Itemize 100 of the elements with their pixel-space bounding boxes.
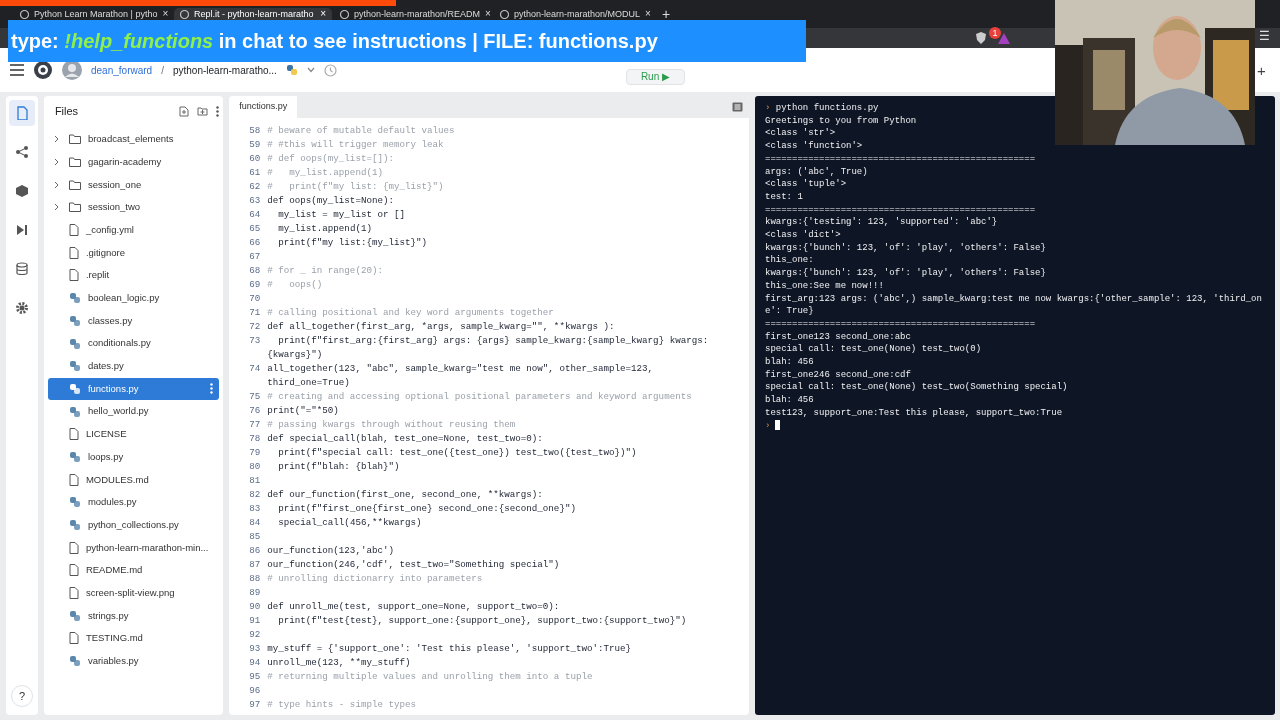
spiral-logo-icon[interactable] xyxy=(33,60,53,80)
file-item[interactable]: session_two xyxy=(47,196,220,219)
folder-icon xyxy=(68,179,81,190)
line-number: 67 xyxy=(248,250,262,264)
python-icon xyxy=(68,655,81,668)
file-item[interactable]: functions.py xyxy=(47,377,220,401)
triangle-icon[interactable] xyxy=(998,32,1010,44)
file-item[interactable]: loops.py xyxy=(47,445,220,469)
file-item[interactable]: modules.py xyxy=(47,491,220,514)
more-icon[interactable] xyxy=(210,383,214,395)
file-item[interactable]: variables.py xyxy=(47,649,220,673)
file-icon[interactable] xyxy=(14,106,29,120)
browser-tab[interactable]: Repl.it - python-learn-maratho × xyxy=(174,8,332,20)
line-number: 72 xyxy=(248,320,262,334)
file-item[interactable]: TESTING.md xyxy=(47,627,220,650)
new-tab-button[interactable]: + xyxy=(654,8,679,20)
file-item[interactable]: dates.py xyxy=(47,354,220,378)
minimap-icon[interactable] xyxy=(732,102,743,112)
file-icon xyxy=(68,224,79,237)
file-item[interactable]: broadcast_elements xyxy=(47,128,220,151)
new-file-icon[interactable] xyxy=(179,105,190,117)
file-item[interactable]: gagarin-academy xyxy=(47,150,220,174)
file-item[interactable]: MODULES.md xyxy=(47,468,220,491)
python-icon xyxy=(68,405,81,418)
console-output: special call: test_one(None) test_two(Something special) xyxy=(765,381,1069,395)
browser-tab[interactable]: python-learn-marathon/MODUL × xyxy=(494,8,652,20)
add-pane-button[interactable]: + xyxy=(1257,60,1266,83)
folder-icon xyxy=(68,202,81,213)
file-item[interactable]: python_collections.py xyxy=(47,513,220,537)
code-line: print(f"first_one{first_one} second_one:{second_one}") xyxy=(277,502,577,516)
play-step-icon[interactable] xyxy=(14,223,29,237)
line-number: 62 xyxy=(248,180,262,194)
close-icon[interactable]: × xyxy=(320,8,326,20)
path-separator: / xyxy=(161,63,164,78)
file-item[interactable]: .replit xyxy=(47,264,220,287)
chevron-icon xyxy=(53,203,59,212)
code-line: our_function(123,'abc') xyxy=(267,544,395,558)
line-number: 81 xyxy=(248,474,262,488)
file-item[interactable]: hello_world.py xyxy=(47,400,220,423)
code-comment: # def oops(my_list=[]): xyxy=(267,152,395,166)
python-icon xyxy=(68,337,81,350)
code-line: def our_function(first_one, second_one, **kwargs): xyxy=(267,488,544,502)
code-line: def special_call(blah, test_one=None, test_two=0): xyxy=(267,432,544,446)
new-folder-icon[interactable] xyxy=(197,106,209,116)
file-item[interactable]: classes.py xyxy=(47,309,220,333)
python-icon xyxy=(68,496,81,509)
file-item[interactable]: conditionals.py xyxy=(47,332,220,355)
line-number: 74 xyxy=(248,362,262,376)
close-icon[interactable]: × xyxy=(485,8,491,20)
code-comment: # unrolling dictionarry into parameters xyxy=(267,572,484,586)
file-item[interactable]: _config.yml xyxy=(47,218,220,242)
more-icon[interactable] xyxy=(216,105,220,117)
browser-tab[interactable]: Python Learn Marathon | pytho × xyxy=(14,8,172,20)
console-output: ================================================== xyxy=(765,152,1037,166)
line-number: 92 xyxy=(248,628,262,642)
line-number: 73 xyxy=(248,334,262,348)
console-command: python functions.py xyxy=(774,103,879,113)
console-output: this_one: xyxy=(765,254,815,268)
browser-menu-button[interactable]: ☰ xyxy=(1259,27,1270,45)
file-item[interactable]: strings.py xyxy=(47,604,220,628)
python-icon xyxy=(68,382,81,395)
line-number: 95 xyxy=(248,670,262,684)
share-icon[interactable] xyxy=(14,145,29,159)
editor-tab[interactable]: functions.py xyxy=(229,96,298,118)
python-icon xyxy=(68,519,81,532)
menu-icon[interactable] xyxy=(10,64,24,76)
database-icon[interactable] xyxy=(14,262,29,276)
user-link[interactable]: dean_forward xyxy=(91,62,153,78)
line-number: 97 xyxy=(248,698,262,712)
line-number: 75 xyxy=(248,390,262,404)
file-item[interactable]: session_one xyxy=(47,173,220,197)
code-line: print(f"special call: test_one({test_one}) test_two({test_two})") xyxy=(277,446,638,460)
line-number: 69 xyxy=(248,278,262,292)
line-number: 60 xyxy=(248,152,262,166)
line-number: 71 xyxy=(248,306,262,320)
browser-tab[interactable]: python-learn-marathon/READM × xyxy=(334,8,492,20)
repl-name[interactable]: python-learn-maratho... xyxy=(172,62,277,78)
close-icon[interactable]: × xyxy=(162,8,169,20)
banner-text: type: !help_functions in chat to see instructions | FILE: functions.py xyxy=(11,29,658,54)
file-item[interactable]: LICENSE xyxy=(47,422,220,446)
file-item[interactable]: boolean_logic.py xyxy=(47,286,220,310)
console-output: Greetings to you from Python xyxy=(765,114,918,128)
line-number: 83 xyxy=(248,502,262,516)
globe-icon xyxy=(500,9,509,19)
close-icon[interactable]: × xyxy=(645,8,651,20)
file-item[interactable]: screen-split-view.png xyxy=(47,581,220,605)
file-item[interactable]: python-learn-marathon-min... xyxy=(47,536,220,560)
console-output: ================================================== xyxy=(765,203,1037,217)
cube-icon[interactable] xyxy=(14,184,29,198)
python-icon[interactable] xyxy=(285,64,298,76)
chevron-icon[interactable] xyxy=(306,67,315,73)
code-comment: # my_list.append(1) xyxy=(267,166,384,180)
python-icon xyxy=(68,360,81,373)
shield-icon[interactable] xyxy=(976,32,986,44)
line-number: 87 xyxy=(248,558,262,572)
console-output: first_one246 second_one:cdf xyxy=(765,368,912,382)
file-item[interactable]: README.md xyxy=(47,559,220,582)
settings-icon[interactable] xyxy=(14,301,29,315)
file-item[interactable]: .gitignore xyxy=(47,241,220,265)
python-icon xyxy=(68,450,81,463)
